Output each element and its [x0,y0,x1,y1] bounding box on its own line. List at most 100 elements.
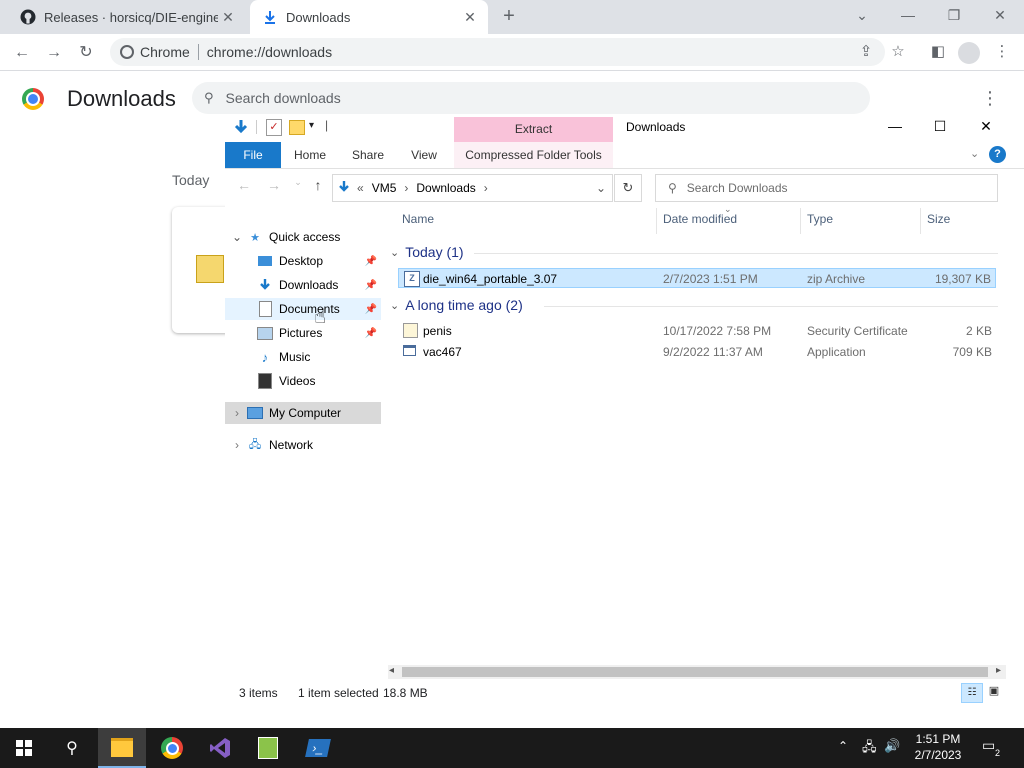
bookmark-star-icon[interactable]: ☆ [888,42,908,62]
properties-icon[interactable]: ✓ [266,119,282,136]
expand-ribbon-icon[interactable]: ⌄ [970,147,979,160]
search-taskbar-icon[interactable]: ⚲ [48,728,96,768]
file-date: 9/2/2022 11:37 AM [663,345,763,359]
show-hidden-icons-icon[interactable]: ⌃ [838,739,848,753]
site-chip[interactable]: Chrome [120,44,190,60]
download-arrow-icon[interactable] [233,119,249,135]
ribbon-tab-file[interactable]: File [225,142,281,168]
start-button[interactable] [0,728,48,768]
restore-button[interactable]: ❐ [934,4,974,26]
column-divider[interactable] [800,208,801,234]
address-bar[interactable]: Chrome chrome://downloads [110,38,885,66]
close-tab-icon[interactable]: ✕ [218,9,238,26]
chevron-right-icon[interactable]: › [227,438,247,452]
reload-button[interactable]: ↻ [74,41,98,65]
chrome-taskbar-icon[interactable] [148,728,196,768]
explorer-maximize-button[interactable]: ☐ [928,118,952,136]
zip-file-icon [196,255,224,283]
nav-music[interactable]: ♪ Music [225,346,381,368]
new-tab-button[interactable]: + [498,5,520,27]
file-type: Security Certificate [807,324,908,338]
scrollbar-thumb[interactable] [402,667,988,677]
file-explorer-taskbar-icon[interactable] [98,728,146,768]
column-header-size[interactable]: Size [927,212,950,232]
documents-icon [257,301,273,317]
large-icons-view-icon[interactable]: ▣ [986,684,1002,698]
customize-toolbar-icon[interactable]: ▾ [309,120,314,131]
details-view-icon[interactable]: ☷ [961,683,983,703]
explorer-refresh-button[interactable]: ↻ [614,174,642,202]
nav-my-computer[interactable]: › My Computer [225,402,381,424]
action-center-icon[interactable]: ▭ [982,737,1004,757]
extract-context-tab[interactable]: Extract [454,117,613,142]
nav-videos[interactable]: Videos [225,370,381,392]
scroll-right-icon[interactable]: ▸ [996,665,1001,676]
nav-quick-access[interactable]: ⌄ ★ Quick access [225,226,381,248]
file-name: die_win64_portable_3.07 [423,272,558,286]
ribbon-tab-view[interactable]: View [402,142,446,168]
powershell-taskbar-icon[interactable]: ›_ [294,728,342,768]
volume-icon[interactable]: 🔊 [884,738,900,754]
file-name: penis [423,324,452,338]
chrome-menu-icon[interactable]: ⋮ [992,42,1012,62]
address-overflow[interactable]: « [357,181,364,195]
nav-documents[interactable]: Documents 📌 [225,298,381,320]
nav-downloads[interactable]: Downloads 📌 [225,274,381,296]
downloads-search-input[interactable]: ⚲ Search downloads [192,82,870,114]
scroll-left-icon[interactable]: ◂ [389,665,394,676]
nav-network[interactable]: › 🖧 Network [225,434,381,456]
up-folder-button[interactable]: ↑ [307,177,329,197]
explorer-window-title: Downloads [626,120,686,134]
nav-desktop[interactable]: Desktop 📌 [225,250,381,272]
minimize-button[interactable]: — [888,4,928,26]
new-folder-icon[interactable] [289,120,305,135]
ribbon-tab-home[interactable]: Home [286,142,334,168]
chevron-down-icon: ⌄ [390,299,400,312]
pin-icon: 📌 [364,255,377,267]
chrome-icon [120,45,134,59]
column-header-name[interactable]: Name [402,212,434,232]
network-tray-icon[interactable]: 🖧 [862,738,877,760]
recent-locations-icon[interactable]: ⌄ [287,177,309,197]
explorer-minimize-button[interactable]: — [883,118,907,136]
ribbon-tab-compressed-folder-tools[interactable]: Compressed Folder Tools [454,142,613,168]
address-crumb-vm5[interactable]: VM5 [372,181,397,195]
downloads-menu-icon[interactable]: ⋮ [980,88,1000,110]
group-header-today[interactable]: ⌄ Today (1) [390,244,464,260]
share-icon[interactable]: ⇪ [856,42,876,62]
file-row[interactable]: penis 10/17/2022 7:58 PM Security Certif… [398,321,996,341]
explorer-search-input[interactable]: ⚲ Search Downloads [655,174,998,202]
group-header-long-ago[interactable]: ⌄ A long time ago (2) [390,297,523,313]
column-divider[interactable] [656,208,657,234]
column-header-type[interactable]: Type [807,212,833,232]
close-tab-icon[interactable]: ✕ [460,9,480,26]
ribbon-tab-share[interactable]: Share [344,142,392,168]
forward-button[interactable]: → [42,41,66,65]
close-window-button[interactable]: ✕ [980,4,1020,26]
tab-search-icon[interactable]: ⌄ [842,4,882,26]
side-panel-icon[interactable]: ◧ [928,42,948,62]
help-icon[interactable]: ? [989,146,1006,163]
explorer-forward-button[interactable]: → [263,177,285,197]
profile-avatar[interactable] [958,42,980,64]
system-clock[interactable]: 1:51 PM 2/7/2023 [900,731,976,763]
explorer-address-bar[interactable]: « VM5 › Downloads › ⌄ [332,174,613,202]
chrome-logo [22,88,44,110]
nav-label: My Computer [269,406,342,420]
tab-releases[interactable]: Releases · horsicq/DIE-engine ✕ [8,0,246,34]
explorer-back-button[interactable]: ← [233,177,255,197]
nav-pictures[interactable]: Pictures 📌 [225,322,381,344]
address-crumb-downloads[interactable]: Downloads [416,181,475,195]
notepad-plus-plus-taskbar-icon[interactable] [244,728,292,768]
visual-studio-taskbar-icon[interactable] [196,728,244,768]
tab-downloads[interactable]: Downloads ✕ [250,0,488,34]
chevron-down-icon[interactable]: ⌄ [227,230,247,244]
explorer-close-button[interactable]: ✕ [974,118,998,136]
back-button[interactable]: ← [10,41,34,65]
column-header-date-modified[interactable]: Date modified [663,212,737,232]
address-dropdown-icon[interactable]: ⌄ [596,181,606,195]
chevron-right-icon[interactable]: › [227,406,247,420]
file-row[interactable]: Z die_win64_portable_3.07 2/7/2023 1:51 … [398,268,996,288]
file-row[interactable]: vac467 9/2/2022 11:37 AM Application 709… [398,342,996,362]
column-divider[interactable] [920,208,921,234]
